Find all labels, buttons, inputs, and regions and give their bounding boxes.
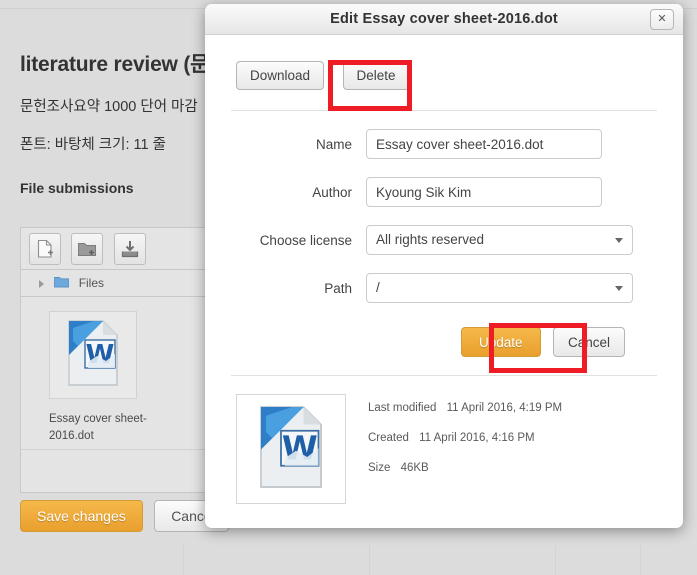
metadata-row: Size 46KB: [368, 462, 562, 474]
word-document-icon: W: [61, 318, 125, 393]
metadata-key: Size: [368, 462, 391, 474]
author-input[interactable]: [366, 177, 602, 207]
metadata-value: 11 April 2016, 4:16 PM: [419, 432, 535, 444]
file-operations-bar: Download Delete: [205, 35, 683, 90]
save-changes-button[interactable]: Save changes: [20, 500, 143, 532]
author-label: Author: [312, 184, 352, 200]
dialog-body: Download Delete Name Author Choose licen…: [205, 35, 683, 528]
license-field-row: Choose license All rights reserved: [205, 225, 683, 255]
download-button[interactable]: Download: [236, 61, 325, 90]
chevron-down-icon: [615, 286, 623, 291]
path-select-value: /: [376, 280, 380, 295]
path-label: Path: [324, 280, 352, 296]
dialog-title: Edit Essay cover sheet-2016.dot: [330, 11, 558, 27]
metadata-value: 46KB: [400, 462, 429, 474]
name-input[interactable]: [366, 129, 602, 159]
edit-file-dialog: Edit Essay cover sheet-2016.dot ✕ Downlo…: [205, 4, 683, 528]
metadata-row: Last modified 11 April 2016, 4:19 PM: [368, 402, 562, 414]
file-picker-breadcrumb-label: Files: [78, 276, 105, 290]
metadata-key: Created: [368, 432, 409, 444]
metadata-value: 11 April 2016, 4:19 PM: [446, 402, 563, 414]
form-action-bar: Save changes Cance: [20, 500, 229, 532]
dialog-divider-top: [231, 110, 657, 111]
path-field-row: Path /: [205, 273, 683, 303]
dialog-title-bar: Edit Essay cover sheet-2016.dot ✕: [205, 4, 683, 35]
update-button[interactable]: Update: [460, 327, 541, 357]
add-folder-button[interactable]: [71, 233, 104, 265]
chevron-right-icon: [39, 279, 44, 288]
file-preview-thumbnail: W: [236, 394, 346, 504]
metadata-key: Last modified: [368, 402, 437, 414]
delete-button[interactable]: Delete: [342, 61, 410, 90]
dialog-cancel-button[interactable]: Cancel: [552, 327, 625, 357]
path-select[interactable]: /: [366, 273, 633, 303]
close-icon[interactable]: ✕: [650, 9, 674, 30]
dialog-divider-bottom: [231, 375, 657, 376]
name-field-row: Name: [205, 129, 683, 159]
file-thumbnail[interactable]: W: [49, 311, 137, 399]
file-info-section: W Last modified 11 April 2016, 4:19 PM C…: [205, 394, 683, 504]
add-file-button[interactable]: [29, 233, 61, 265]
metadata-row: Created 11 April 2016, 4:16 PM: [368, 432, 562, 444]
dialog-action-bar: Update Cancel: [205, 327, 683, 357]
license-select[interactable]: All rights reserved: [366, 225, 633, 255]
file-metadata-list: Last modified 11 April 2016, 4:19 PM Cre…: [368, 394, 562, 504]
download-all-button[interactable]: [113, 233, 146, 265]
page-bottom-decoration: [0, 545, 697, 575]
file-item-label: Essay cover sheet-2016.dot: [49, 413, 147, 442]
word-document-icon: W: [251, 403, 331, 496]
folder-icon: [54, 271, 70, 297]
license-label: Choose license: [259, 232, 352, 248]
name-label: Name: [315, 136, 352, 152]
author-field-row: Author: [205, 177, 683, 207]
license-select-value: All rights reserved: [376, 232, 485, 247]
chevron-down-icon: [615, 238, 623, 243]
